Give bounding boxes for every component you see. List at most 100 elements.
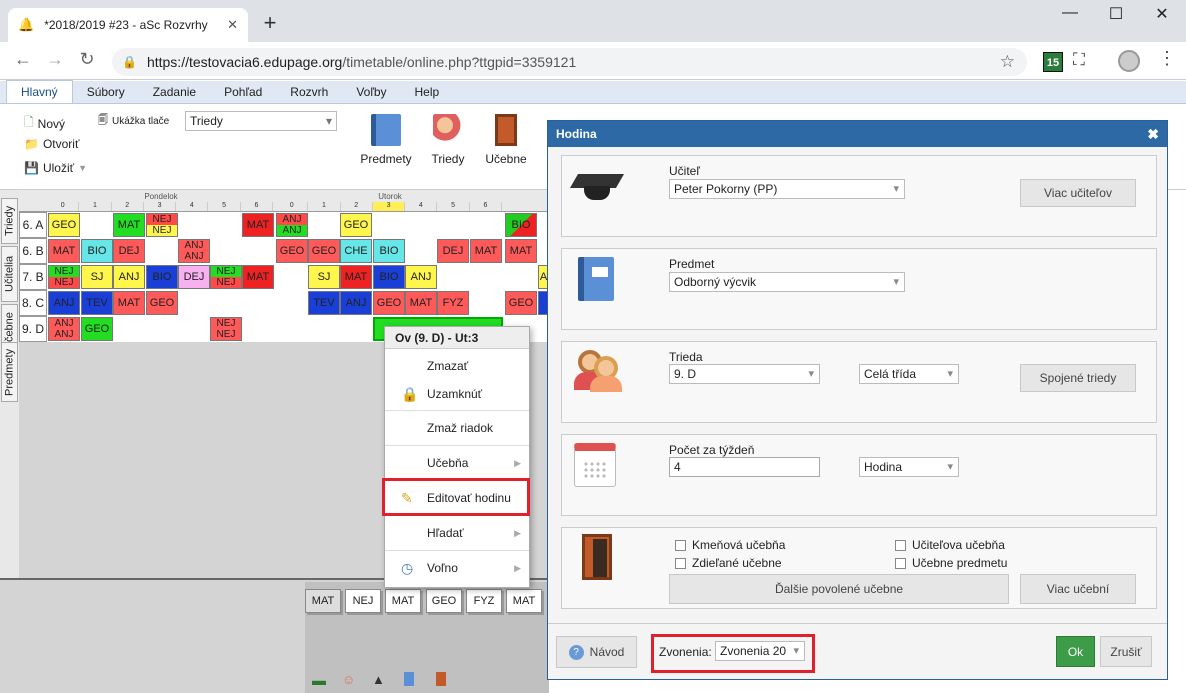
close-tab-icon[interactable]: ✕ bbox=[227, 17, 238, 33]
lesson-cell[interactable]: BIO bbox=[373, 239, 405, 263]
open-button[interactable]: 📁 Otvoriť bbox=[24, 137, 79, 151]
forward-icon[interactable]: → bbox=[44, 49, 66, 71]
lesson-cell[interactable]: BIO bbox=[146, 265, 178, 289]
lesson-cell[interactable]: BIO bbox=[81, 239, 113, 263]
subject-select[interactable]: Odborný výcvik bbox=[669, 272, 905, 292]
lesson-cell[interactable]: NEJ NEJ bbox=[210, 265, 242, 289]
lesson-cell[interactable]: MAT bbox=[470, 239, 502, 263]
side-tab-triedy[interactable]: Triedy bbox=[1, 198, 18, 244]
classes-button[interactable]: Triedy bbox=[424, 114, 472, 166]
row-label[interactable]: 8. C bbox=[19, 290, 47, 316]
print-preview-button[interactable]: 🗐 Ukážka tlače bbox=[98, 113, 169, 130]
lesson-cell[interactable]: NEJ NEJ bbox=[146, 213, 178, 237]
lesson-cell[interactable]: ANJ bbox=[405, 265, 437, 289]
lesson-cell[interactable]: GEO bbox=[276, 239, 308, 263]
lesson-cell[interactable]: ANJ ANJ bbox=[178, 239, 210, 263]
lesson-cell[interactable]: ANJ bbox=[113, 265, 145, 289]
menu-volby[interactable]: Voľby bbox=[342, 81, 400, 103]
lesson-cell[interactable]: MAT bbox=[113, 291, 145, 315]
lesson-cell[interactable]: DEJ bbox=[113, 239, 145, 263]
browser-tab[interactable]: 🔔 *2018/2019 #23 - aSc Rozvrhy ✕ bbox=[8, 8, 248, 42]
joined-classes-button[interactable]: Spojené triedy bbox=[1020, 364, 1136, 392]
menu-hlavny[interactable]: Hlavný bbox=[6, 80, 73, 103]
lesson-cell[interactable]: GEO bbox=[505, 291, 537, 315]
lesson-cell[interactable]: NEJ NEJ bbox=[48, 265, 80, 289]
ctx-free[interactable]: ◷ Voľno ▶ bbox=[385, 551, 529, 585]
minimize-icon[interactable]: — bbox=[1050, 4, 1090, 28]
kebab-menu-icon[interactable]: ⋮ bbox=[1158, 48, 1176, 69]
avatar[interactable] bbox=[1118, 50, 1140, 72]
row-label[interactable]: 9. D bbox=[19, 316, 47, 342]
group-select[interactable]: Celá třída bbox=[859, 364, 959, 384]
subjects-button[interactable]: Predmety bbox=[360, 114, 412, 166]
screenshot-icon[interactable]: ⛶ bbox=[1073, 50, 1085, 70]
bookmark-star-icon[interactable]: ☆ bbox=[1000, 52, 1015, 72]
menu-pohlad[interactable]: Pohľad bbox=[210, 81, 276, 103]
lesson-cell[interactable]: BIO bbox=[373, 265, 405, 289]
menu-help[interactable]: Help bbox=[401, 81, 454, 103]
lesson-cell[interactable]: GEO bbox=[373, 291, 405, 315]
menu-rozvrh[interactable]: Rozvrh bbox=[276, 81, 342, 103]
new-tab-icon[interactable]: + bbox=[258, 10, 282, 36]
lesson-cell[interactable]: DEJ bbox=[178, 265, 210, 289]
lesson-cell[interactable]: BIO bbox=[505, 213, 537, 237]
row-label[interactable]: 7. B bbox=[19, 264, 47, 290]
subject-rooms-checkbox[interactable]: Učebne predmetu bbox=[895, 556, 1007, 570]
lesson-cell[interactable]: MAT bbox=[505, 239, 537, 263]
lesson-cell[interactable]: MAT bbox=[340, 265, 372, 289]
view-select[interactable]: Triedy bbox=[185, 111, 337, 131]
lesson-cell[interactable]: MAT bbox=[405, 291, 437, 315]
lesson-card[interactable]: MAT bbox=[385, 589, 421, 613]
lesson-cell[interactable]: SJ bbox=[81, 265, 113, 289]
cancel-button[interactable]: Zrušiť bbox=[1100, 636, 1152, 667]
graduation-cap-icon[interactable]: ▲ bbox=[372, 672, 385, 687]
lesson-cell[interactable]: GEO bbox=[81, 317, 113, 341]
back-icon[interactable]: ← bbox=[12, 49, 34, 71]
lesson-card[interactable]: GEO bbox=[426, 589, 462, 613]
extension-badge-icon[interactable]: 15 bbox=[1043, 52, 1063, 72]
lesson-cell[interactable]: MAT bbox=[48, 239, 80, 263]
lesson-cell[interactable]: TEV bbox=[308, 291, 340, 315]
close-icon[interactable]: ✖ bbox=[1147, 126, 1159, 143]
unit-select[interactable]: Hodina bbox=[859, 457, 959, 477]
lesson-cell[interactable]: GEO bbox=[340, 213, 372, 237]
door-icon[interactable] bbox=[436, 672, 446, 686]
lesson-cell[interactable]: MAT bbox=[242, 265, 274, 289]
lesson-card[interactable]: NEJ bbox=[345, 589, 381, 613]
lesson-cell[interactable]: SJ bbox=[308, 265, 340, 289]
help-button[interactable]: ? Návod bbox=[556, 636, 637, 668]
ctx-search[interactable]: Hľadať ▶ bbox=[385, 516, 529, 550]
close-window-icon[interactable]: ✕ bbox=[1142, 4, 1182, 28]
side-tab-predmety[interactable]: Predmety bbox=[1, 342, 18, 402]
ctx-room[interactable]: Učebňa ▶ bbox=[385, 446, 529, 480]
row-label[interactable]: 6. A bbox=[19, 212, 47, 238]
class-select[interactable]: 9. D bbox=[669, 364, 820, 384]
ctx-lock[interactable]: 🔒 Uzamknúť bbox=[385, 377, 529, 411]
lesson-cell[interactable]: TEV bbox=[81, 291, 113, 315]
lesson-cell[interactable]: MAT bbox=[242, 213, 274, 237]
url-input[interactable]: 🔒 https://testovacia6.edupage.org/timeta… bbox=[112, 48, 1027, 76]
ctx-delete-row[interactable]: Zmaž riadok bbox=[385, 411, 529, 445]
side-tab-ucitelia[interactable]: Učitelia bbox=[1, 246, 18, 302]
new-button[interactable]: 🗋 Nový bbox=[24, 113, 65, 134]
teacher-room-checkbox[interactable]: Učiteľova učebňa bbox=[895, 538, 1005, 552]
book-icon[interactable] bbox=[404, 672, 414, 686]
lesson-cell[interactable]: ANJ bbox=[48, 291, 80, 315]
menu-zadanie[interactable]: Zadanie bbox=[139, 81, 210, 103]
lesson-card[interactable]: MAT bbox=[506, 589, 542, 613]
chalkboard-icon[interactable]: ▬ bbox=[312, 672, 326, 688]
reload-icon[interactable]: ↻ bbox=[76, 49, 98, 71]
more-rooms-button[interactable]: Viac učební bbox=[1020, 574, 1136, 604]
lesson-cell[interactable]: CHE bbox=[340, 239, 372, 263]
lesson-cell[interactable]: ANJ bbox=[340, 291, 372, 315]
menu-subory[interactable]: Súbory bbox=[73, 81, 139, 103]
teacher-select[interactable]: Peter Pokorny (PP) bbox=[669, 179, 905, 199]
more-allowed-rooms-button[interactable]: Ďalšie povolené učebne bbox=[669, 574, 1009, 604]
lesson-cell[interactable]: ANJ ANJ bbox=[48, 317, 80, 341]
rooms-button[interactable]: Učebne bbox=[482, 114, 530, 166]
lesson-cell[interactable]: NEJ NEJ bbox=[210, 317, 242, 341]
home-room-checkbox[interactable]: Kmeňová učebňa bbox=[675, 538, 785, 552]
lesson-cell[interactable]: FYZ bbox=[437, 291, 469, 315]
ok-button[interactable]: Ok bbox=[1056, 636, 1095, 667]
shared-rooms-checkbox[interactable]: Zdieľané učebne bbox=[675, 556, 782, 570]
